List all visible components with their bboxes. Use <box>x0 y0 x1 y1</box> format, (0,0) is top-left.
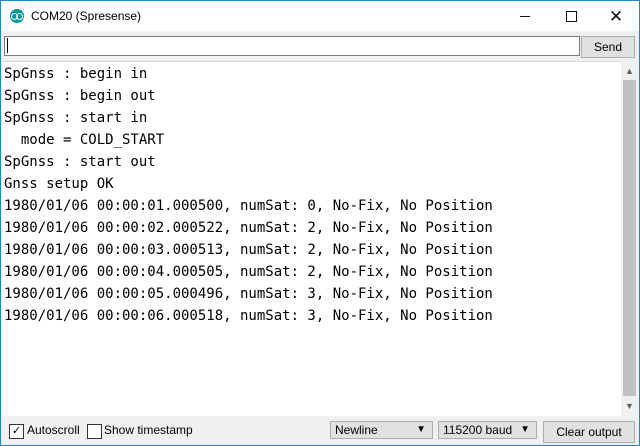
output-line: SpGnss : begin in <box>4 66 148 82</box>
output-line: SpGnss : start in <box>4 110 148 126</box>
output-line: 1980/01/06 00:00:06.000518, numSat: 3, N… <box>4 308 493 324</box>
baud-value: 115200 baud <box>443 423 513 437</box>
vertical-scrollbar[interactable]: ▲ ▼ <box>621 61 638 415</box>
send-button[interactable]: Send <box>581 36 635 58</box>
baud-select[interactable]: 115200 baud ▼ <box>438 421 537 439</box>
scroll-thumb[interactable] <box>623 80 636 396</box>
output-line: mode = COLD_START <box>4 132 165 148</box>
output-line: 1980/01/06 00:00:05.000496, numSat: 3, N… <box>4 286 493 302</box>
output-line: 1980/01/06 00:00:01.000500, numSat: 0, N… <box>4 198 493 214</box>
output-line: 1980/01/06 00:00:02.000522, numSat: 2, N… <box>4 220 493 236</box>
arduino-app-icon <box>10 9 24 23</box>
send-row: Send <box>1 33 639 59</box>
timestamp-label: Show timestamp <box>104 423 193 437</box>
scroll-up-icon[interactable]: ▲ <box>621 62 638 79</box>
chevron-down-icon: ▼ <box>416 424 426 435</box>
timestamp-checkbox[interactable] <box>87 424 102 439</box>
output-line: 1980/01/06 00:00:03.000513, numSat: 2, N… <box>4 242 493 258</box>
line-ending-select[interactable]: Newline ▼ <box>330 421 433 439</box>
output-line: SpGnss : start out <box>4 154 156 170</box>
window-title: COM20 (Spresense) <box>31 9 142 23</box>
output-line: Gnss setup OK <box>4 176 114 192</box>
serial-output[interactable]: SpGnss : begin in SpGnss : begin out SpG… <box>2 61 621 416</box>
close-icon: ✕ <box>608 6 624 26</box>
chevron-down-icon: ▼ <box>520 424 530 435</box>
line-ending-value: Newline <box>335 423 378 437</box>
text-caret <box>7 38 8 53</box>
minimize-icon <box>520 15 530 17</box>
serial-monitor-window: COM20 (Spresense) ✕ Send SpGnss : begin … <box>0 0 640 446</box>
output-line: SpGnss : begin out <box>4 88 156 104</box>
autoscroll-label: Autoscroll <box>27 423 80 437</box>
close-button[interactable]: ✕ <box>593 1 639 31</box>
autoscroll-checkbox[interactable]: ✓ <box>9 424 24 439</box>
clear-output-button[interactable]: Clear output <box>543 421 635 443</box>
scroll-down-icon[interactable]: ▼ <box>621 397 638 414</box>
bottom-toolbar: ✓ Autoscroll Show timestamp Newline ▼ 11… <box>1 417 639 445</box>
output-line: 1980/01/06 00:00:04.000505, numSat: 2, N… <box>4 264 493 280</box>
maximize-icon <box>565 10 577 22</box>
minimize-button[interactable] <box>502 1 548 31</box>
title-bar: COM20 (Spresense) ✕ <box>1 1 639 31</box>
maximize-button[interactable] <box>548 1 594 31</box>
serial-input[interactable] <box>4 36 580 56</box>
